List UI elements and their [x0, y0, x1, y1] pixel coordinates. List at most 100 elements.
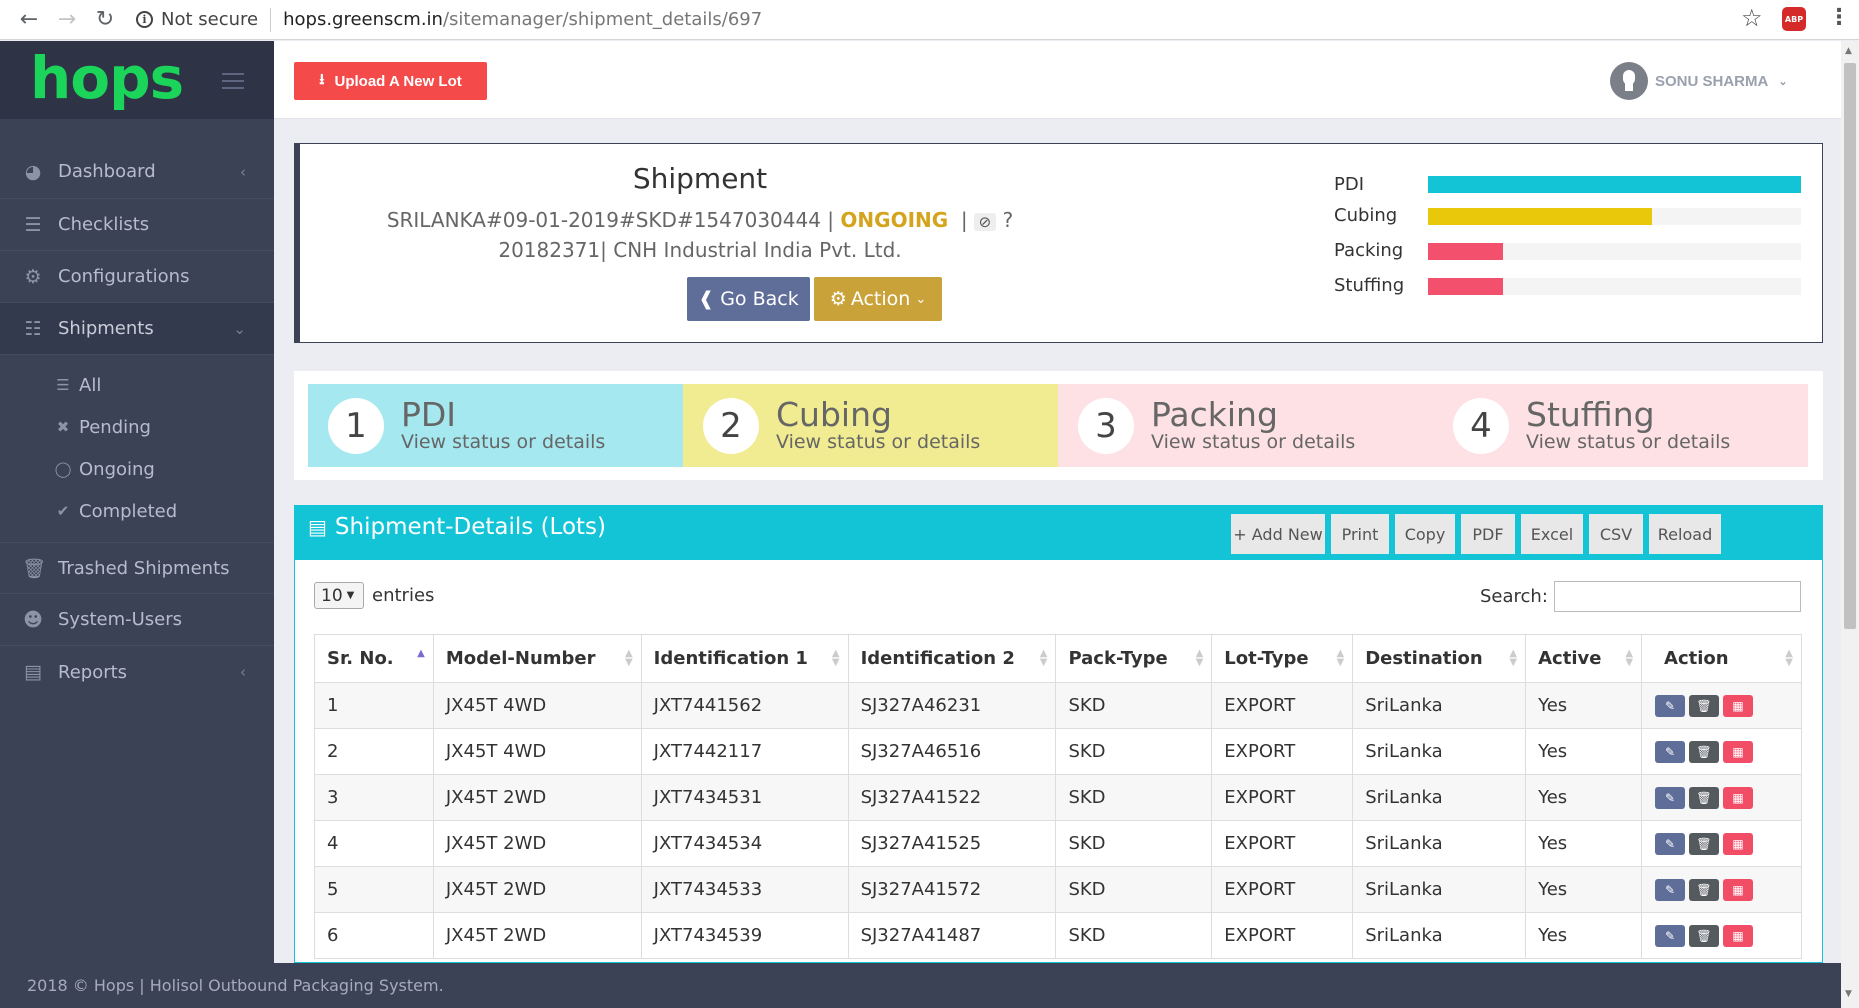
edit-icon[interactable]: ✎	[1655, 832, 1686, 855]
qrcode-icon[interactable]: ▦	[1723, 694, 1754, 717]
x-icon: ✖	[56, 418, 70, 436]
trash-icon[interactable]: 🗑	[1689, 694, 1720, 717]
table-cell: SKD	[1055, 912, 1213, 959]
table-cell: SJ327A41522	[847, 774, 1057, 821]
col-identification-1[interactable]: Identification 1 ▲ ▼	[640, 634, 849, 683]
col-lot-type[interactable]: Lot-Type ▲ ▼	[1211, 634, 1354, 683]
address-bar[interactable]: i Not secure hops.greenscm.in/sitemanage…	[136, 5, 762, 35]
sidebar: hops ◕ Dashboard ‹ ☰ Checklists ⚙ Config…	[0, 41, 274, 963]
hamburger-icon[interactable]	[222, 73, 244, 89]
entries-select[interactable]: 10 ▼	[314, 582, 364, 609]
ban-icon[interactable]: ⊘	[973, 213, 997, 231]
edit-icon[interactable]: ✎	[1655, 924, 1686, 947]
excel-button[interactable]: Excel	[1521, 514, 1583, 554]
edit-icon[interactable]: ✎	[1655, 694, 1686, 717]
trash-icon[interactable]: 🗑	[1689, 878, 1720, 901]
table-header-row: Sr. No. ▲ Model-Number ▲ ▼ Identification 1…	[314, 634, 1802, 683]
sidebar-item-checklists[interactable]: ☰ Checklists	[0, 199, 274, 251]
print-button[interactable]: Print	[1331, 514, 1389, 554]
add-new-button[interactable]: + Add New	[1231, 514, 1325, 554]
database-icon: ☷	[24, 317, 42, 340]
sidebar-item-configurations[interactable]: ⚙ Configurations	[0, 251, 274, 303]
help-mark[interactable]: ?	[1003, 208, 1014, 232]
lots-table-body: 1 JX45T 4WD JXT7441562 SJ327A46231 SKD EXPORT…	[314, 682, 1802, 959]
sidebar-item-shipments[interactable]: ☷ Shipments ⌄	[0, 303, 274, 355]
forward-arrow-icon[interactable]: →	[52, 5, 82, 35]
edit-icon[interactable]: ✎	[1655, 878, 1686, 901]
col-action[interactable]: Action ▲ ▼	[1641, 634, 1802, 683]
col-identification-2[interactable]: Identification 2 ▲ ▼	[847, 634, 1057, 683]
table-cell: JX45T 4WD	[432, 728, 642, 775]
scroll-down-arrow-icon[interactable]: ▼	[1845, 989, 1852, 999]
step-pdi[interactable]: 1 PDI View status or details	[308, 384, 683, 467]
sidebar-subitem-all[interactable]: ☰ All	[53, 371, 101, 399]
csv-button[interactable]: CSV	[1589, 514, 1643, 554]
col-model-number[interactable]: Model-Number ▲ ▼	[432, 634, 642, 683]
server-icon: ▤	[308, 515, 327, 539]
circle-icon: ◯	[54, 460, 72, 478]
bookmark-star-icon[interactable]: ☆	[1741, 4, 1763, 32]
user-menu[interactable]: SONU SHARMA ⌄	[1610, 62, 1788, 100]
sidebar-subitem-completed[interactable]: ✔ Completed	[53, 497, 177, 525]
sidebar-item-reports[interactable]: ▤ Reports ‹	[0, 646, 274, 698]
upload-new-lot-button[interactable]: ⭳ Upload A New Lot	[294, 62, 487, 100]
sidebar-subitem-pending[interactable]: ✖ Pending	[53, 413, 151, 441]
col-destination[interactable]: Destination ▲ ▼	[1352, 634, 1527, 683]
step-stuffing[interactable]: 4 Stuffing View status or details	[1433, 384, 1808, 467]
table-cell: Yes	[1525, 682, 1643, 729]
qrcode-icon[interactable]: ▦	[1723, 924, 1754, 947]
search-input[interactable]	[1554, 581, 1801, 612]
step-packing[interactable]: 3 Packing View status or details	[1058, 384, 1433, 467]
edit-icon[interactable]: ✎	[1655, 740, 1686, 763]
col-sr-no[interactable]: Sr. No. ▲	[314, 634, 434, 683]
qrcode-icon[interactable]: ▦	[1723, 740, 1754, 763]
sidebar-item-dashboard[interactable]: ◕ Dashboard ‹	[0, 145, 274, 199]
scroll-up-arrow-icon[interactable]: ▲	[1845, 46, 1852, 56]
step-cubing[interactable]: 2 Cubing View status or details	[683, 384, 1058, 467]
action-dropdown-button[interactable]: ⚙ Action ⌄	[814, 277, 942, 321]
lots-title: ▤ Shipment-Details (Lots)	[308, 514, 606, 540]
sidebar-item-system-users[interactable]: ☻ System-Users	[0, 594, 274, 646]
table-cell: SriLanka	[1352, 728, 1527, 775]
sidebar-item-label: Reports	[58, 661, 128, 683]
sidebar-subitem-ongoing[interactable]: ◯ Ongoing	[53, 455, 155, 483]
qrcode-icon[interactable]: ▦	[1723, 878, 1754, 901]
trash-icon[interactable]: 🗑	[1689, 924, 1720, 947]
edit-icon[interactable]: ✎	[1655, 786, 1686, 809]
progress-label-cubing: Cubing	[1334, 205, 1398, 226]
step-title: Packing	[1151, 394, 1278, 434]
table-cell: EXPORT	[1211, 912, 1354, 959]
col-pack-type[interactable]: Pack-Type ▲ ▼	[1055, 634, 1213, 683]
sidebar-item-trashed-shipments[interactable]: 🗑 Trashed Shipments	[0, 542, 274, 594]
reload-button[interactable]: Reload	[1649, 514, 1721, 554]
col-active[interactable]: Active ▲ ▼	[1525, 634, 1643, 683]
copy-button[interactable]: Copy	[1395, 514, 1455, 554]
qrcode-icon[interactable]: ▦	[1723, 786, 1754, 809]
back-arrow-icon[interactable]: ←	[14, 5, 44, 35]
table-cell: JX45T 2WD	[432, 912, 642, 959]
page-scrollbar[interactable]: ▲ ▼	[1841, 41, 1859, 1008]
sidebar-subitem-label: Ongoing	[79, 458, 155, 480]
adblock-extension-icon[interactable]: ABP	[1782, 7, 1806, 31]
table-cell: JXT7442117	[640, 728, 849, 775]
search-label: Search:	[1480, 586, 1548, 607]
trash-icon[interactable]: 🗑	[1689, 832, 1720, 855]
reload-icon[interactable]: ↻	[90, 5, 120, 35]
sidebar-item-label: Checklists	[58, 214, 150, 235]
trash-icon[interactable]: 🗑	[1689, 786, 1720, 809]
table-row: 5 JX45T 2WD JXT7434533 SJ327A41572 SKD EXPORT…	[314, 866, 1802, 913]
qrcode-icon[interactable]: ▦	[1723, 832, 1754, 855]
scroll-thumb[interactable]	[1844, 63, 1856, 629]
info-icon[interactable]: i	[136, 11, 153, 28]
dashboard-icon: ◕	[24, 160, 42, 183]
trash-icon[interactable]: 🗑	[1689, 740, 1720, 763]
browser-menu-icon[interactable]: ⋮	[1828, 5, 1850, 30]
sidebar-item-label: Dashboard	[58, 161, 156, 182]
sort-icon: ▲ ▼	[1625, 648, 1634, 668]
sidebar-subitem-label: Pending	[79, 416, 151, 438]
trash-icon: 🗑	[22, 557, 47, 580]
logo[interactable]: hops	[30, 44, 184, 112]
pdf-button[interactable]: PDF	[1461, 514, 1515, 554]
table-cell: 6	[314, 912, 434, 959]
go-back-button[interactable]: ❰ Go Back	[687, 277, 810, 321]
